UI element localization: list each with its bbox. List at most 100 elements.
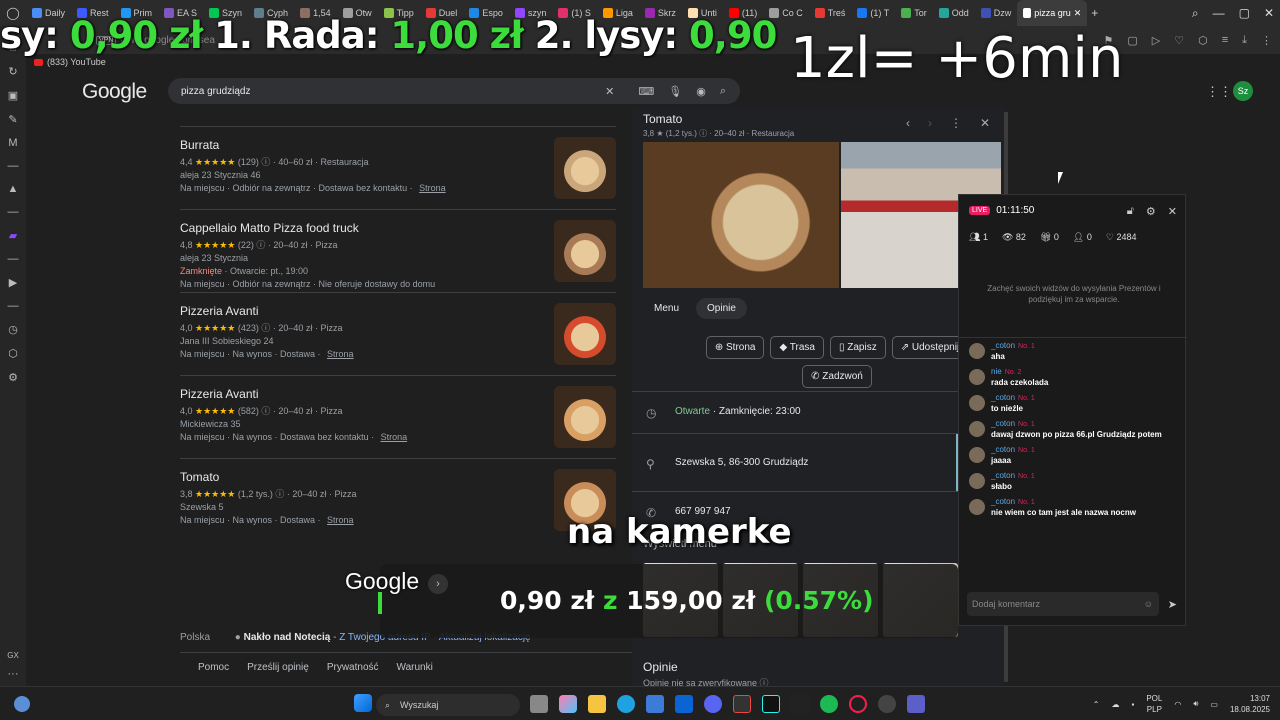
directions-button[interactable]: ◆ Trasa — [770, 336, 824, 359]
chat-message[interactable]: nie No. 2 rada czekolada — [969, 367, 1169, 387]
chevron-right-icon[interactable]: › — [428, 574, 448, 594]
avatar[interactable] — [969, 499, 985, 515]
result-card[interactable]: Tomato 3,8 ★★★★★ (1,2 tys.) ⓘ · 20–40 zł … — [180, 458, 616, 541]
browser-tab[interactable]: pizza gru ✕ — [1017, 0, 1088, 26]
easy-setup-icon[interactable]: ≡ — [1222, 34, 1228, 47]
chat-message[interactable]: _coton No. 1 jaaaa — [969, 445, 1169, 465]
snapshot-icon[interactable]: ▢ — [1127, 34, 1137, 47]
chat-username[interactable]: _coton — [991, 445, 1015, 454]
player-icon[interactable]: ▷ — [1152, 34, 1160, 47]
result-card[interactable]: Pizzeria Avanti 4,0 ★★★★★ (423) ⓘ · 20–40… — [180, 292, 616, 375]
result-thumbnail[interactable] — [554, 220, 616, 282]
messenger-icon[interactable]: M — [8, 137, 17, 149]
save-button[interactable]: ▯ Zapisz — [829, 336, 886, 359]
tab-opinie[interactable]: Opinie — [696, 298, 747, 319]
clock[interactable]: 13:07 18.08.2025 — [1230, 693, 1270, 715]
streaming-app-icon[interactable] — [791, 695, 809, 713]
google-logo[interactable]: Google — [82, 80, 147, 104]
comment-input[interactable]: Dodaj komentarz ☺ — [967, 592, 1159, 616]
website-link[interactable]: Strona — [327, 515, 354, 525]
chat-message[interactable]: _coton No. 1 aha — [969, 341, 1169, 361]
avatar[interactable] — [969, 369, 985, 385]
heart-icon[interactable]: ♡ — [1174, 34, 1184, 47]
player-sidebar-icon[interactable]: ▶ — [9, 276, 17, 289]
result-name[interactable]: Cappellaio Matto Pizza food truck — [180, 221, 616, 235]
website-link[interactable]: Strona — [381, 432, 408, 442]
download-icon[interactable]: ⤓ — [1242, 34, 1247, 47]
search-icon[interactable]: ⌕ — [720, 85, 726, 98]
call-button[interactable]: ✆ Zadzwoń — [802, 365, 872, 388]
close-tab-icon[interactable]: ✕ — [1074, 8, 1082, 19]
chat-messages[interactable]: _coton No. 1 aha nie No. 2 rada czekolada _cot… — [969, 341, 1169, 523]
volume-icon[interactable]: 🔊︎ — [1193, 699, 1198, 709]
result-card[interactable]: Cappellaio Matto Pizza food truck 4,8 ★★★… — [180, 209, 616, 292]
teams-icon[interactable] — [907, 695, 925, 713]
clear-icon[interactable]: ✕ — [605, 85, 614, 98]
discord-icon[interactable] — [704, 695, 722, 713]
info-icon[interactable]: ⓘ · — [273, 489, 293, 499]
note-icon[interactable]: ✎ — [8, 113, 17, 126]
extensions-sidebar-icon[interactable]: ⬡ — [8, 347, 18, 360]
avatar[interactable] — [969, 447, 985, 463]
search-input[interactable]: pizza grudziądz ✕ ⌨ 🎙︎ ◉ ⌕ — [168, 78, 740, 104]
info-icon[interactable]: ⓘ · — [259, 157, 279, 167]
hours-row[interactable]: ◷ Otwarte · Zamknięcie: 23:00 — [632, 391, 1006, 433]
chat-message[interactable]: _coton No. 1 nie wiem co tam jest ale nazw… — [969, 497, 1169, 517]
result-name[interactable]: Pizzeria Avanti — [180, 304, 616, 318]
footer-link[interactable]: Prywatność — [327, 662, 379, 673]
extensions-icon[interactable]: ⬡ — [1198, 34, 1208, 47]
result-thumbnail[interactable] — [554, 303, 616, 365]
copilot-icon[interactable] — [559, 695, 577, 713]
browser-tab[interactable]: (1) T — [851, 0, 895, 26]
result-name[interactable]: Burrata — [180, 138, 616, 152]
website-link[interactable]: Strona — [419, 183, 446, 193]
avatar[interactable] — [969, 395, 985, 411]
maximize-button[interactable]: ▢ — [1239, 6, 1250, 20]
close-icon[interactable]: ✕ — [980, 116, 990, 130]
footer-link[interactable]: Warunki — [397, 662, 433, 673]
search-tabs-icon[interactable]: ⌕ — [1192, 6, 1199, 21]
avatar[interactable] — [969, 473, 985, 489]
gear-icon[interactable]: ⚙ — [8, 371, 18, 384]
widgets-icon[interactable] — [14, 696, 30, 712]
footer-link[interactable]: Pomoc — [198, 662, 229, 673]
wifi-icon[interactable]: ◠ — [1174, 700, 1181, 709]
opera-gx-icon[interactable] — [849, 695, 867, 713]
chat-message[interactable]: _coton No. 1 słabo — [969, 471, 1169, 491]
aria-icon[interactable]: ▲ — [8, 183, 19, 195]
chat-message[interactable]: _coton No. 1 dawaj dzwon po pizza 66.pl Gr… — [969, 419, 1169, 439]
search-query[interactable]: pizza grudziądz — [181, 86, 250, 97]
task-view-icon[interactable] — [530, 695, 548, 713]
result-card[interactable]: Pizzeria Avanti 4,0 ★★★★★ (582) ⓘ · 20–40… — [180, 375, 616, 458]
chat-username[interactable]: _coton — [991, 393, 1015, 402]
previous-icon[interactable]: ‹ — [906, 116, 910, 130]
result-name[interactable]: Tomato — [180, 470, 616, 484]
refresh-icon[interactable]: ↻ — [8, 65, 17, 78]
result-thumbnail[interactable] — [554, 386, 616, 448]
website-button[interactable]: ⊕ Strona — [705, 336, 765, 359]
spotify-icon[interactable] — [820, 695, 838, 713]
emoji-icon[interactable]: ☺ — [1144, 599, 1153, 609]
result-thumbnail[interactable] — [554, 137, 616, 199]
browser-tab[interactable]: Tor — [895, 0, 933, 26]
tiktok-icon[interactable] — [762, 695, 780, 713]
tab-menu[interactable]: Menu — [643, 298, 690, 319]
send-icon[interactable]: ➤ — [1168, 598, 1177, 611]
history-icon[interactable]: ◷ — [8, 323, 18, 336]
settings-icon[interactable]: ⋮ — [1261, 34, 1272, 47]
info-icon[interactable]: ⓘ · — [254, 240, 274, 250]
result-name[interactable]: Pizzeria Avanti — [180, 387, 616, 401]
avatar[interactable]: Sz — [1233, 81, 1253, 101]
chat-username[interactable]: _coton — [991, 497, 1015, 506]
microphone-icon[interactable]: 🎙︎ — [668, 85, 682, 98]
outlook-icon[interactable] — [675, 695, 693, 713]
windows-start-icon[interactable] — [354, 694, 372, 712]
obs-icon[interactable] — [878, 695, 896, 713]
lock-icon[interactable]: 🔓︎ — [1127, 205, 1134, 218]
keyboard-icon[interactable]: ⌨ — [638, 85, 654, 98]
more-options-icon[interactable]: ⋮ — [950, 116, 962, 130]
bookmark-youtube[interactable]: (833) YouTube — [47, 57, 106, 67]
edge-icon[interactable] — [617, 695, 635, 713]
info-icon[interactable]: ⓘ · — [259, 406, 279, 416]
chat-username[interactable]: _coton — [991, 341, 1015, 350]
